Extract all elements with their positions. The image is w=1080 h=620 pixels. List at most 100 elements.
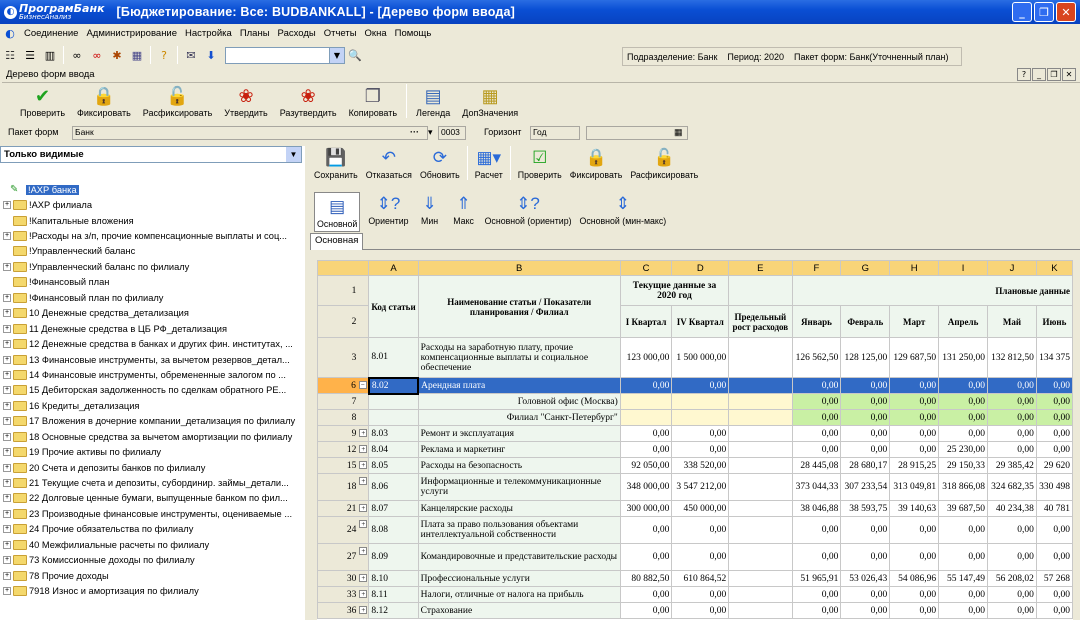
tree-icon[interactable]: ☷ (2, 47, 18, 63)
unapprove-button[interactable]: ❀ Разутвердить (280, 84, 337, 119)
name-cell[interactable]: Плата за право пользования объектами инт… (417, 516, 621, 544)
code-cell[interactable]: 8.02 (367, 376, 420, 395)
header-limit[interactable]: Предельный рост расходов (728, 305, 793, 338)
column-letter[interactable]: I (938, 260, 989, 276)
q1-cell[interactable]: 92 050,00 (619, 457, 673, 474)
month-cell[interactable]: 0,00 (791, 602, 842, 619)
month-cell[interactable]: 0,00 (1035, 586, 1073, 603)
expand-icon[interactable]: + (359, 574, 368, 582)
date-field[interactable] (586, 126, 688, 140)
month-cell[interactable]: 0,00 (987, 409, 1037, 426)
table-row[interactable]: 18 +8.06 Информационные и телекоммуникацио… (317, 473, 1073, 501)
header-month[interactable]: Май (987, 305, 1037, 338)
expand-icon[interactable]: + (3, 417, 11, 426)
month-cell[interactable]: 0,00 (791, 516, 842, 544)
header-plan[interactable]: Плановые данные (791, 275, 1073, 306)
month-cell[interactable]: 0,00 (987, 377, 1037, 394)
month-cell[interactable]: 129 687,50 (889, 337, 940, 378)
q4-cell[interactable]: 0,00 (671, 425, 730, 442)
expand-icon[interactable]: + (3, 556, 11, 565)
limit-cell[interactable] (728, 473, 793, 501)
month-cell[interactable]: 0,00 (791, 543, 842, 571)
close-button[interactable]: ✕ (1056, 2, 1076, 22)
limit-cell[interactable] (728, 602, 793, 619)
header-current[interactable]: Текущие данные за 2020 год (619, 275, 730, 306)
q1-cell[interactable]: 0,00 (619, 602, 673, 619)
column-letter[interactable]: B (417, 260, 621, 276)
visibility-filter[interactable]: Только видимые ▼ (0, 146, 302, 163)
chevron-down-icon[interactable]: ▼ (329, 47, 344, 63)
q4-cell[interactable]: 0,00 (671, 441, 730, 458)
q4-cell[interactable]: 3 547 212,00 (671, 473, 730, 501)
tree-node[interactable]: +18 Основные средства за вычетом амортиз… (0, 429, 305, 444)
code-cell[interactable] (368, 409, 419, 426)
expand-icon[interactable]: + (359, 445, 368, 453)
tree-node[interactable]: +13 Финансовые инструменты, за вычетом р… (0, 352, 305, 367)
expand-icon[interactable]: + (3, 571, 11, 580)
expand-icon[interactable]: + (3, 355, 11, 364)
month-cell[interactable]: 0,00 (889, 393, 940, 410)
month-cell[interactable]: 57 268 (1035, 570, 1073, 587)
limit-cell[interactable] (728, 543, 793, 571)
month-cell[interactable]: 54 086,96 (889, 570, 940, 587)
limit-cell[interactable] (728, 441, 793, 458)
month-cell[interactable]: 0,00 (840, 602, 891, 619)
month-cell[interactable]: 128 125,00 (840, 337, 891, 378)
expand-icon[interactable]: + (3, 494, 11, 503)
table-row[interactable]: 24 +8.08 Плата за право пользования объект… (317, 516, 1073, 544)
month-cell[interactable]: 0,00 (791, 377, 842, 394)
limit-cell[interactable] (728, 500, 793, 517)
row-number[interactable]: 36 + (317, 602, 370, 619)
expand-icon[interactable]: + (3, 587, 11, 596)
month-cell[interactable]: 0,00 (1035, 377, 1073, 394)
verify-button[interactable]: ✔ Проверить (20, 84, 65, 119)
table-row[interactable]: 9 +8.03 Ремонт и эксплуатация 0,00 0,00 0,00 0… (317, 425, 1073, 442)
month-cell[interactable]: 0,00 (938, 409, 989, 426)
name-cell[interactable]: Канцелярские расходы (417, 500, 621, 517)
header-month[interactable]: Январь (791, 305, 842, 338)
month-cell[interactable]: 0,00 (791, 393, 842, 410)
month-cell[interactable]: 0,00 (840, 393, 891, 410)
name-cell[interactable]: Головной офис (Москва) (417, 393, 621, 410)
row-number[interactable]: 30 + (317, 570, 370, 587)
month-cell[interactable]: 0,00 (791, 409, 842, 426)
tree-node[interactable]: +10 Денежные средства_детализация (0, 306, 305, 321)
tree-node[interactable]: +21 Текущие счета и депозиты, субординир… (0, 475, 305, 490)
app-menu-icon[interactable]: ◐ (2, 25, 18, 41)
limit-cell[interactable] (728, 425, 793, 442)
corner-cell[interactable] (317, 260, 370, 276)
month-cell[interactable]: 0,00 (1035, 516, 1073, 544)
month-cell[interactable]: 56 208,02 (987, 570, 1037, 587)
month-cell[interactable]: 0,00 (840, 425, 891, 442)
expand-icon[interactable]: + (359, 606, 368, 614)
q1-cell[interactable]: 300 000,00 (619, 500, 673, 517)
split-vertical-icon[interactable]: ▥ (42, 47, 58, 63)
split-horizontal-icon[interactable]: ☰ (22, 47, 38, 63)
limit-cell[interactable] (728, 516, 793, 544)
row-number[interactable]: 12 + (317, 441, 370, 458)
month-cell[interactable]: 0,00 (987, 602, 1037, 619)
code-cell[interactable]: 8.05 (368, 457, 419, 474)
name-cell[interactable]: Ремонт и эксплуатация (417, 425, 621, 442)
month-cell[interactable]: 134 375 (1035, 337, 1073, 378)
q4-cell[interactable]: 0,00 (671, 377, 730, 394)
tree-node[interactable]: +78 Прочие доходы (0, 568, 305, 583)
tree-node[interactable]: +24 Прочие обязательства по филиалу (0, 522, 305, 537)
table-row[interactable]: 36 +8.12 Страхование 0,00 0,00 0,00 0,00 0,00 0,… (317, 602, 1073, 619)
month-cell[interactable]: 29 385,42 (987, 457, 1037, 474)
form-unfix-button[interactable]: 🔓 Расфиксировать (630, 146, 698, 180)
tree-node[interactable]: +16 Кредиты_детализация (0, 398, 305, 413)
copy-button[interactable]: ❐ Копировать (349, 84, 397, 119)
month-cell[interactable]: 0,00 (987, 586, 1037, 603)
month-cell[interactable]: 28 445,08 (791, 457, 842, 474)
refresh-button[interactable]: ⟳ Обновить (420, 146, 460, 180)
name-cell[interactable]: Налоги, отличные от налога на прибыль (417, 586, 621, 603)
code-cell[interactable]: 8.03 (368, 425, 419, 442)
name-cell[interactable]: Страхование (417, 602, 621, 619)
month-cell[interactable]: 40 781 (1035, 500, 1073, 517)
horizon-field[interactable]: Год (530, 126, 580, 140)
tree-node[interactable]: +19 Прочие активы по филиалу (0, 444, 305, 459)
q4-cell[interactable]: 0,00 (671, 586, 730, 603)
month-cell[interactable]: 0,00 (938, 393, 989, 410)
month-cell[interactable]: 0,00 (840, 409, 891, 426)
